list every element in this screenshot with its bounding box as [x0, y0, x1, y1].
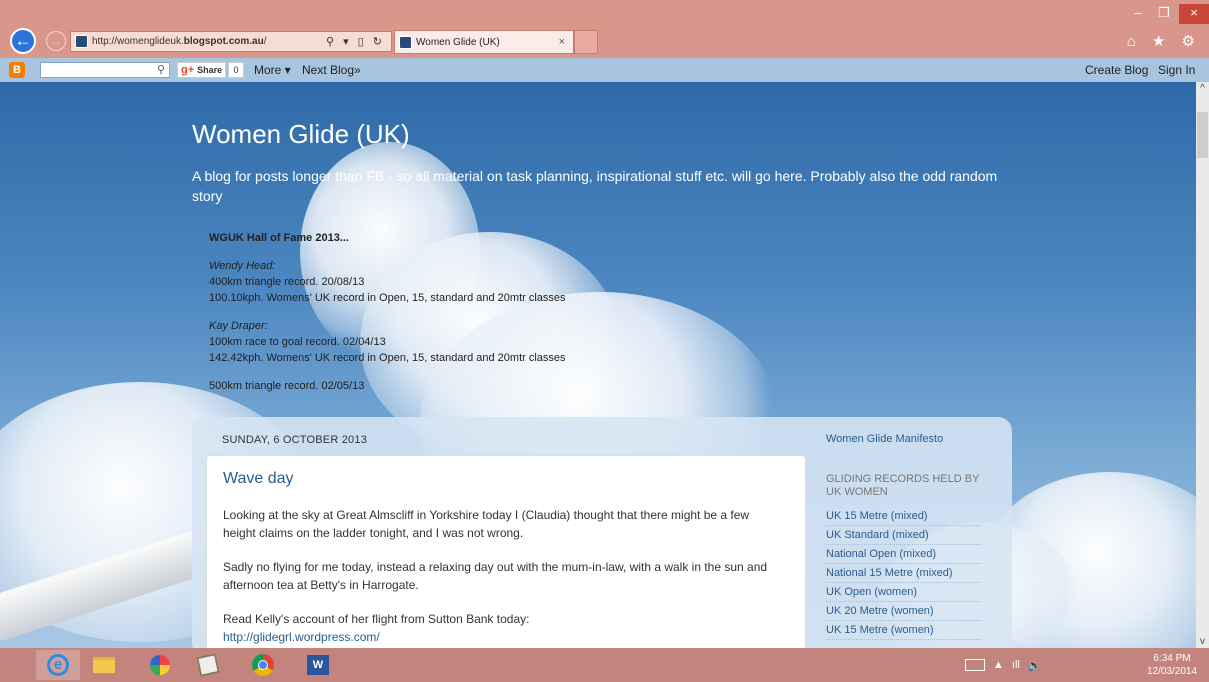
record-link[interactable]: UK 15 Metre (mixed)	[826, 507, 981, 526]
hall-of-fame-heading: WGUK Hall of Fame 2013...	[209, 232, 349, 244]
page-viewport: Women Glide (UK) A blog for posts longer…	[0, 82, 1196, 648]
post-external-link[interactable]: http://glidegrl.wordpress.com/	[223, 628, 783, 646]
word-icon: W	[307, 655, 329, 675]
post-paragraph: Sadly no flying for me today, instead a …	[223, 560, 768, 592]
entry-line: 500km triangle record. 02/05/13	[209, 380, 365, 392]
new-tab-button[interactable]	[574, 30, 598, 54]
internet-explorer-icon: e	[47, 654, 69, 676]
home-favorites-settings-icon[interactable]: ⌂ ★ ⚙	[1127, 32, 1201, 50]
taskbar-ie[interactable]: e	[36, 650, 80, 680]
forward-button[interactable]: →	[46, 31, 66, 51]
back-button[interactable]: ←	[10, 28, 36, 54]
file-explorer-icon	[93, 657, 115, 673]
share-label: Share	[197, 65, 223, 75]
entry-name: Wendy Head:	[209, 260, 276, 272]
taskbar-clock[interactable]: 6:34 PM 12/03/2014	[1143, 652, 1201, 678]
taskbar-paint[interactable]	[186, 650, 230, 680]
search-icon[interactable]: ⚲	[157, 63, 165, 77]
manifesto-link[interactable]: Women Glide Manifesto	[826, 433, 996, 445]
app-icon	[150, 655, 170, 675]
taskbar-app[interactable]	[138, 650, 182, 680]
post-paragraph: Looking at the sky at Great Almscliff in…	[223, 508, 750, 540]
blogger-logo-icon[interactable]: B	[9, 62, 25, 78]
address-actions-icon[interactable]: ⚲ ▾ ▯ ↻	[326, 35, 385, 48]
entry-line: 400km triangle record. 20/08/13	[209, 276, 365, 288]
url-text: http://womenglideuk.blogspot.com.au/	[92, 36, 267, 47]
record-link[interactable]: National Open (mixed)	[826, 545, 981, 564]
more-menu[interactable]: More ▾	[254, 63, 291, 77]
minimize-button[interactable]: –	[1125, 4, 1151, 24]
record-link[interactable]: UK 15 Metre (women)	[826, 621, 981, 640]
network-icon[interactable]: ıll	[1012, 659, 1020, 671]
sign-in-link[interactable]: Sign In	[1158, 63, 1195, 77]
record-link[interactable]: UK 20 Metre (women)	[826, 602, 981, 621]
address-bar[interactable]: http://womenglideuk.blogspot.com.au/ ⚲ ▾…	[70, 31, 392, 52]
clock-date: 12/03/2014	[1146, 666, 1198, 677]
page-scrollbar[interactable]: ^ v	[1196, 82, 1209, 648]
blog-post: Wave day Looking at the sky at Great Alm…	[206, 455, 806, 648]
entry-name: Kay Draper:	[209, 320, 268, 332]
record-link[interactable]: UK Standard (mixed)	[826, 526, 981, 545]
chrome-icon	[252, 654, 274, 676]
paint-icon	[196, 653, 220, 677]
records-heading: GLIDING RECORDS HELD BY UK WOMEN	[826, 473, 980, 498]
sidebar: Women Glide Manifesto GLIDING RECORDS HE…	[826, 433, 996, 640]
entry-line: 100.10kph. Womens' UK record in Open, 15…	[209, 292, 566, 304]
scroll-down-icon[interactable]: v	[1196, 635, 1209, 648]
records-list: UK 15 Metre (mixed) UK Standard (mixed) …	[826, 507, 996, 640]
content-wrapper: SUNDAY, 6 OCTOBER 2013 Wave day Looking …	[192, 417, 1012, 648]
blog-description: A blog for posts longer than FB - so all…	[192, 168, 998, 204]
record-link[interactable]: UK Open (women)	[826, 583, 981, 602]
taskbar-file-explorer[interactable]	[82, 650, 126, 680]
window-controls: – ❐ ×	[1125, 4, 1209, 24]
record-link[interactable]: National 15 Metre (mixed)	[826, 564, 981, 583]
gplus-icon: g+	[181, 64, 195, 76]
scroll-thumb[interactable]	[1197, 112, 1208, 158]
create-blog-link[interactable]: Create Blog	[1085, 63, 1148, 77]
blog-search-input[interactable]: ⚲	[40, 62, 170, 78]
volume-icon[interactable]: 🔈	[1028, 659, 1042, 672]
entry-line: 142.42kph. Womens' UK record in Open, 15…	[209, 352, 566, 364]
windows-taskbar: e W ▲ ıll 🔈 6:34 PM 12/03/2014	[0, 648, 1209, 682]
entry-line: 100km race to goal record. 02/04/13	[209, 336, 386, 348]
post-date-header: SUNDAY, 6 OCTOBER 2013	[222, 434, 368, 446]
taskbar-word[interactable]: W	[296, 650, 340, 680]
blogger-navbar: B ⚲ g+ Share 0 More ▾ Next Blog» Create …	[0, 58, 1209, 82]
scroll-up-icon[interactable]: ^	[1196, 82, 1209, 95]
clock-time: 6:34 PM	[1153, 653, 1191, 664]
post-title[interactable]: Wave day	[223, 470, 294, 488]
hall-of-fame-entry: Wendy Head: 400km triangle record. 20/08…	[209, 258, 566, 306]
keyboard-icon[interactable]	[965, 659, 985, 671]
system-tray: ▲ ıll 🔈	[965, 656, 1042, 674]
tab-close-icon[interactable]: ×	[559, 36, 565, 48]
post-body: Looking at the sky at Great Almscliff in…	[223, 506, 783, 646]
hall-of-fame-entry: Kay Draper: 100km race to goal record. 0…	[209, 318, 566, 366]
hall-of-fame: WGUK Hall of Fame 2013... Wendy Head: 40…	[209, 230, 566, 394]
blog-title[interactable]: Women Glide (UK)	[192, 119, 410, 150]
close-window-button[interactable]: ×	[1179, 4, 1209, 24]
tab-women-glide[interactable]: Women Glide (UK) ×	[394, 30, 574, 54]
restore-button[interactable]: ❐	[1151, 4, 1177, 24]
tab-title: Women Glide (UK)	[416, 36, 500, 48]
tab-favicon-icon	[399, 35, 412, 49]
next-blog-link[interactable]: Next Blog»	[302, 63, 361, 77]
taskbar-chrome[interactable]	[241, 650, 285, 680]
gplus-share-button[interactable]: g+ Share	[177, 62, 227, 78]
post-paragraph: Read Kelly's account of her flight from …	[223, 612, 530, 626]
site-favicon-icon	[75, 35, 88, 48]
show-hidden-icons-icon[interactable]: ▲	[993, 659, 1004, 671]
share-count: 0	[228, 62, 244, 78]
